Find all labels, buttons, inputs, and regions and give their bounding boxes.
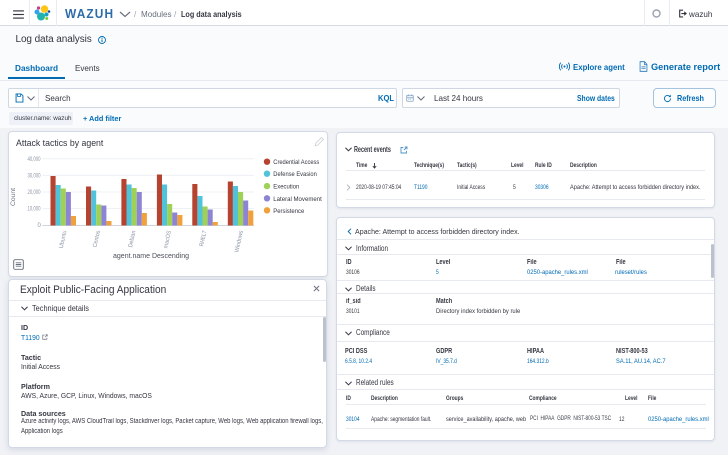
svg-text:Credential Access: Credential Access — [273, 159, 320, 166]
svg-text:Persistence: Persistence — [273, 208, 304, 215]
svg-text:Debian: Debian — [128, 230, 137, 248]
svg-text:Execution: Execution — [273, 184, 299, 191]
svg-text:Ubuntu: Ubuntu — [59, 230, 69, 249]
svg-text:Windows: Windows — [235, 230, 245, 253]
svg-text:macOS: macOS — [163, 230, 173, 249]
svg-text:0: 0 — [38, 223, 42, 229]
svg-text:40,000: 40,000 — [28, 157, 41, 163]
svg-text:Lateral Movement: Lateral Movement — [273, 196, 322, 203]
svg-text:20,000: 20,000 — [28, 190, 41, 196]
svg-text:30,000: 30,000 — [28, 173, 41, 179]
svg-text:RHEL7: RHEL7 — [199, 230, 208, 247]
svg-text:Centos: Centos — [93, 230, 102, 248]
svg-text:10,000: 10,000 — [28, 207, 41, 213]
svg-text:Count: Count — [10, 188, 17, 206]
svg-text:Defense Evasion: Defense Evasion — [273, 171, 317, 178]
svg-text:agent.name Descending: agent.name Descending — [113, 251, 189, 260]
